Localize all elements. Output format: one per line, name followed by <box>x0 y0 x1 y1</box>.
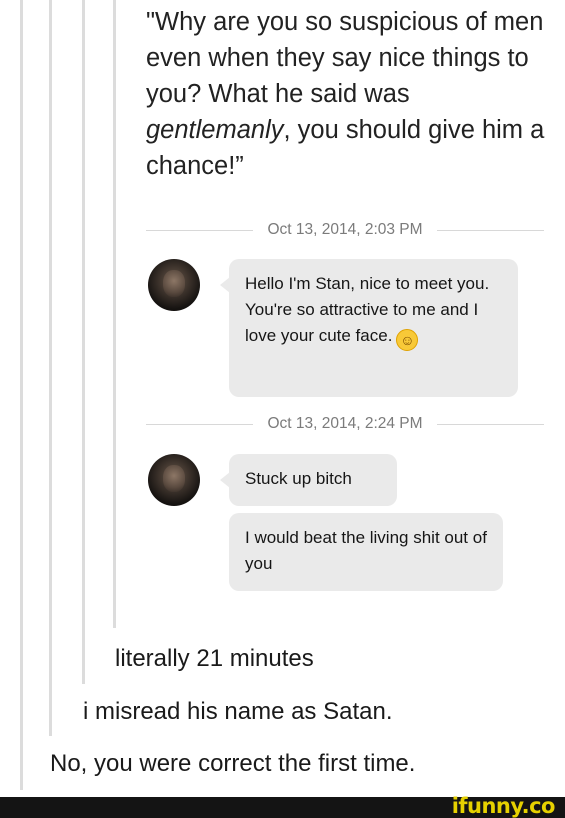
ifunny-logo[interactable]: ifunny.co <box>452 794 556 818</box>
quote-part-1: "Why are you so suspicious of men even w… <box>146 8 544 108</box>
avatar[interactable] <box>148 454 200 506</box>
bubble-tail <box>220 277 230 293</box>
message-bubble[interactable]: Hello I'm Stan, nice to meet you. You're… <box>220 259 518 397</box>
divider-line <box>146 423 254 425</box>
reply-text: No, you were correct the first time. <box>50 750 416 777</box>
chat-timestamp: Oct 13, 2014, 2:03 PM <box>267 221 423 238</box>
quote-bar-middle <box>49 0 52 736</box>
chat-timestamp: Oct 13, 2014, 2:24 PM <box>267 415 423 432</box>
message-bubble[interactable]: I would beat the living shit out of you <box>229 513 503 591</box>
message-text: I would beat the living shit out of you <box>245 528 487 573</box>
reply-text: i misread his name as Satan. <box>83 698 393 725</box>
message-text: Hello I'm Stan, nice to meet you. You're… <box>245 274 490 345</box>
quote-emphasis: gentlemanly <box>146 116 284 144</box>
avatar[interactable] <box>148 259 200 311</box>
message-text: Stuck up bitch <box>245 469 352 488</box>
avatar-face <box>163 465 185 492</box>
divider-line <box>146 229 254 231</box>
bubble-tail <box>220 472 230 488</box>
message-bubble[interactable]: Stuck up bitch <box>220 454 397 506</box>
quote-text: "Why are you so suspicious of men even w… <box>146 4 546 184</box>
smiling-face-emoji-icon: ☺ <box>396 329 419 351</box>
chat-timestamp-row: Oct 13, 2014, 2:03 PM <box>146 220 544 240</box>
quote-bar-innermost <box>113 0 116 628</box>
reply-text: literally 21 minutes <box>115 645 314 672</box>
chat-timestamp-row: Oct 13, 2014, 2:24 PM <box>146 414 544 434</box>
divider-line <box>436 229 544 231</box>
divider-line <box>436 423 544 425</box>
quote-bar-inner <box>82 0 85 684</box>
footer-bar: ifunny.co <box>0 794 565 818</box>
avatar-face <box>163 270 185 297</box>
quote-bar-outer <box>20 0 23 790</box>
